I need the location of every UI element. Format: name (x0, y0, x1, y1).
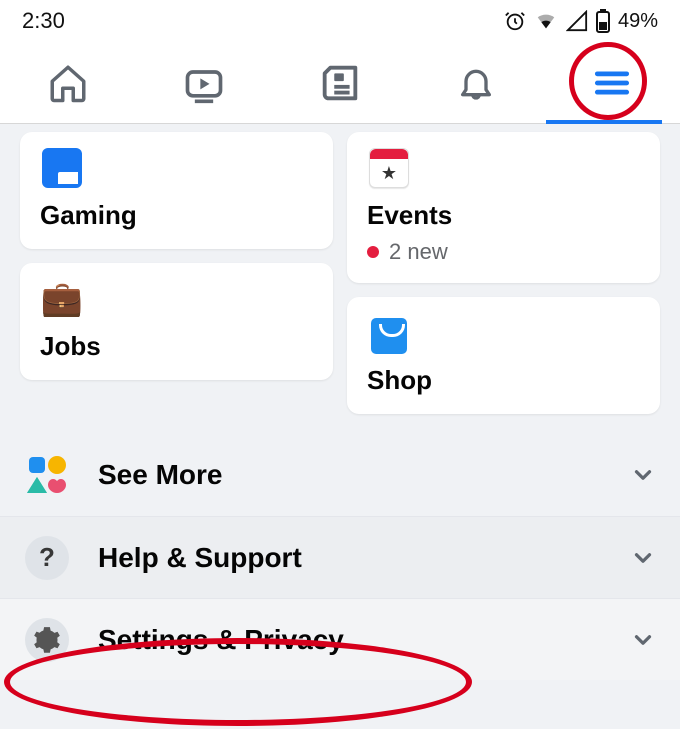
briefcase-icon: 💼 (40, 277, 84, 321)
top-nav (0, 42, 680, 124)
nav-notifications[interactable] (441, 48, 511, 118)
wifi-icon (534, 10, 558, 32)
card-shop[interactable]: Shop (347, 297, 660, 414)
bell-icon (456, 63, 496, 103)
row-help-label: Help & Support (98, 542, 602, 574)
battery-icon (596, 9, 610, 33)
nav-home[interactable] (33, 48, 103, 118)
card-shop-label: Shop (367, 365, 640, 396)
card-jobs[interactable]: 💼 Jobs (20, 263, 333, 380)
chevron-down-icon (630, 627, 656, 653)
home-icon (47, 62, 89, 104)
new-dot-icon (367, 246, 379, 258)
status-time: 2:30 (22, 8, 65, 34)
shop-bag-icon (367, 311, 411, 355)
row-settings-label: Settings & Privacy (98, 624, 602, 656)
signal-icon (566, 10, 588, 32)
card-gaming-label: Gaming (40, 200, 313, 231)
card-events-sub-text: 2 new (389, 239, 448, 265)
status-right: 49% (504, 9, 658, 33)
shortcut-cards: Gaming 💼 Jobs ★ Events 2 new Shop (0, 124, 680, 434)
nav-active-indicator (546, 120, 662, 124)
nav-news[interactable] (305, 48, 375, 118)
hamburger-icon (590, 61, 634, 105)
status-bar: 2:30 49% (0, 0, 680, 42)
help-icon: ? (24, 535, 70, 581)
calendar-icon: ★ (367, 146, 411, 190)
nav-watch[interactable] (169, 48, 239, 118)
watch-icon (182, 61, 226, 105)
card-events-label: Events (367, 200, 640, 231)
status-battery-text: 49% (618, 10, 658, 33)
row-settings-privacy[interactable]: Settings & Privacy (0, 598, 680, 680)
chevron-down-icon (630, 545, 656, 571)
menu-rows: See More ? Help & Support Settings & Pri… (0, 434, 680, 680)
card-jobs-label: Jobs (40, 331, 313, 362)
alarm-icon (504, 10, 526, 32)
see-more-icon (24, 452, 70, 498)
card-events[interactable]: ★ Events 2 new (347, 132, 660, 283)
nav-menu[interactable] (577, 48, 647, 118)
chevron-down-icon (630, 462, 656, 488)
row-help-support[interactable]: ? Help & Support (0, 516, 680, 598)
row-see-more[interactable]: See More (0, 434, 680, 516)
card-events-sub: 2 new (367, 239, 640, 265)
news-icon (317, 60, 363, 106)
card-gaming[interactable]: Gaming (20, 132, 333, 249)
row-see-more-label: See More (98, 459, 602, 491)
gaming-icon (40, 146, 84, 190)
gear-icon (24, 617, 70, 663)
